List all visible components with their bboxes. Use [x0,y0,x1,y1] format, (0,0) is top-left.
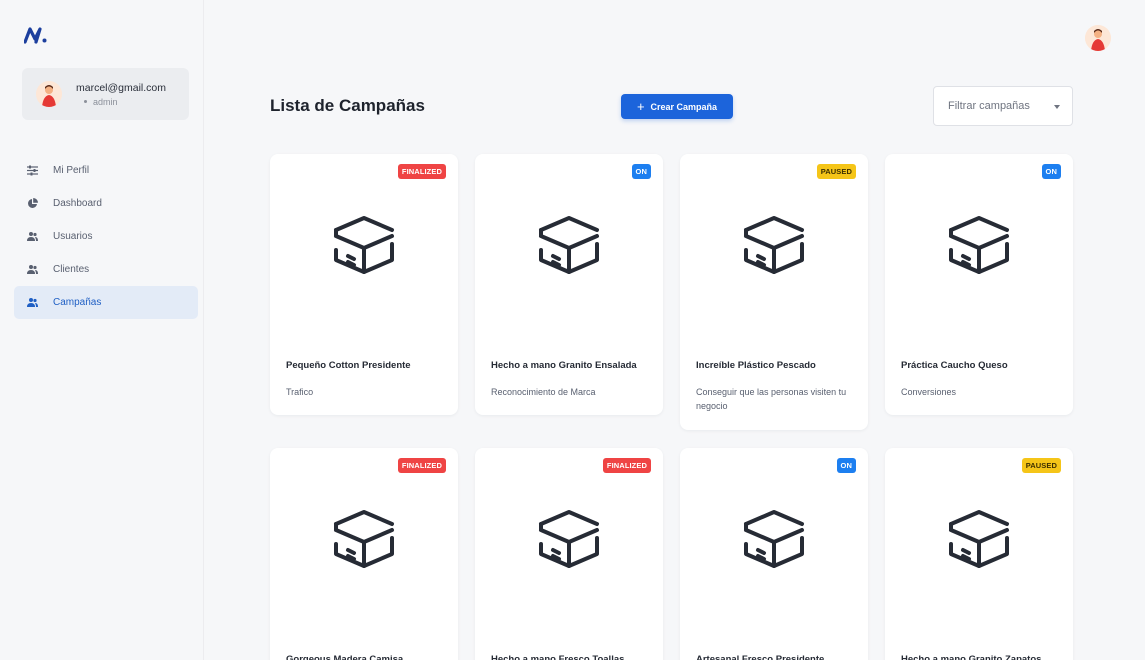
campaign-name: Hecho a mano Granito Zapatos [901,654,1042,660]
sidebar-item-campanas[interactable]: Campañas [14,286,198,319]
box-icon [533,500,605,572]
box-icon [943,206,1015,278]
sidebar-item-label: Mi Perfil [53,165,90,176]
sidebar-item-label: Clientes [53,264,90,275]
user-card[interactable]: marcel@gmail.com admin [22,68,189,120]
campaign-card[interactable]: FINALIZED Hecho a mano Fresco Toallas [475,448,663,660]
pie-chart-icon [27,198,38,209]
campaign-objective: Reconocimiento de Marca [491,387,596,397]
profile-avatar[interactable] [1085,25,1111,51]
sidebar-item-usuarios[interactable]: Usuarios [14,220,198,253]
campaign-objective: Conversiones [901,387,957,397]
filter-placeholder: Filtrar campañas [948,100,1030,112]
users-icon [27,231,38,242]
user-role: admin [76,97,118,107]
status-badge: FINALIZED [602,458,651,473]
campaign-card[interactable]: PAUSED Hecho a mano Granito Zapatos [885,448,1073,660]
sidebar-item-label: Dashboard [53,198,102,209]
sidebar-item-mi-perfil[interactable]: Mi Perfil [14,154,198,187]
campaign-name: Hecho a mano Fresco Toallas [491,654,625,660]
campaign-name: Práctica Caucho Queso [901,360,1008,371]
plus-icon: + [636,99,645,114]
create-campaign-button[interactable]: + Crear Campaña [621,94,733,119]
create-campaign-label: Crear Campaña [650,101,718,112]
campaign-card[interactable]: PAUSED Increíble Plástico Pescado Consegui… [680,154,868,430]
status-badge: FINALIZED [397,458,446,473]
campaign-card[interactable]: FINALIZED Pequeño Cotton Presidente Trafic… [270,154,458,415]
status-badge: FINALIZED [397,164,446,179]
users-icon [27,297,38,308]
campaign-card[interactable]: FINALIZED Gorgeous Madera Camisa [270,448,458,660]
users-icon [27,264,38,275]
sidebar-item-clientes[interactable]: Clientes [14,253,198,286]
sidebar-item-label: Usuarios [53,231,93,242]
sidebar-item-label: Campañas [53,297,102,308]
filter-campaigns-select[interactable]: Filtrar campañas [933,86,1073,126]
box-icon [328,500,400,572]
sidebar-nav: Mi Perfil Dashboard Usuarios Clientes Ca… [14,154,198,319]
box-icon [738,500,810,572]
page-title: Lista de Campañas [270,96,425,115]
campaign-card[interactable]: ON Hecho a mano Granito Ensalada Reconocim… [475,154,663,415]
status-badge: PAUSED [816,164,856,179]
campaign-name: Hecho a mano Granito Ensalada [491,360,637,371]
campaign-card[interactable]: ON Artesanal Fresco Presidente [680,448,868,660]
campaign-objective: Conseguir que las personas visiten tu ne… [696,387,847,411]
box-icon [738,206,810,278]
box-icon [328,206,400,278]
avatar [36,81,62,107]
sidebar: marcel@gmail.com admin Mi Perfil Dashboa… [0,0,204,660]
user-email: marcel@gmail.com [76,82,167,94]
campaign-name: Gorgeous Madera Camisa [286,654,404,660]
sidebar-item-dashboard[interactable]: Dashboard [14,187,198,220]
app-logo-icon[interactable] [23,26,48,44]
campaign-name: Pequeño Cotton Presidente [286,360,411,371]
campaign-objective: Trafico [286,387,314,397]
chevron-down-icon [1054,105,1060,109]
campaign-name: Artesanal Fresco Presidente [696,654,825,660]
main-content: Lista de Campañas + Crear Campaña Filtra… [205,0,1145,660]
status-badge: PAUSED [1021,458,1061,473]
status-badge: ON [836,458,856,473]
campaign-card[interactable]: ON Práctica Caucho Queso Conversiones [885,154,1073,415]
sliders-icon [27,165,38,176]
status-badge: ON [631,164,651,179]
status-badge: ON [1041,164,1061,179]
campaign-name: Increíble Plástico Pescado [696,360,816,371]
box-icon [943,500,1015,572]
box-icon [533,206,605,278]
